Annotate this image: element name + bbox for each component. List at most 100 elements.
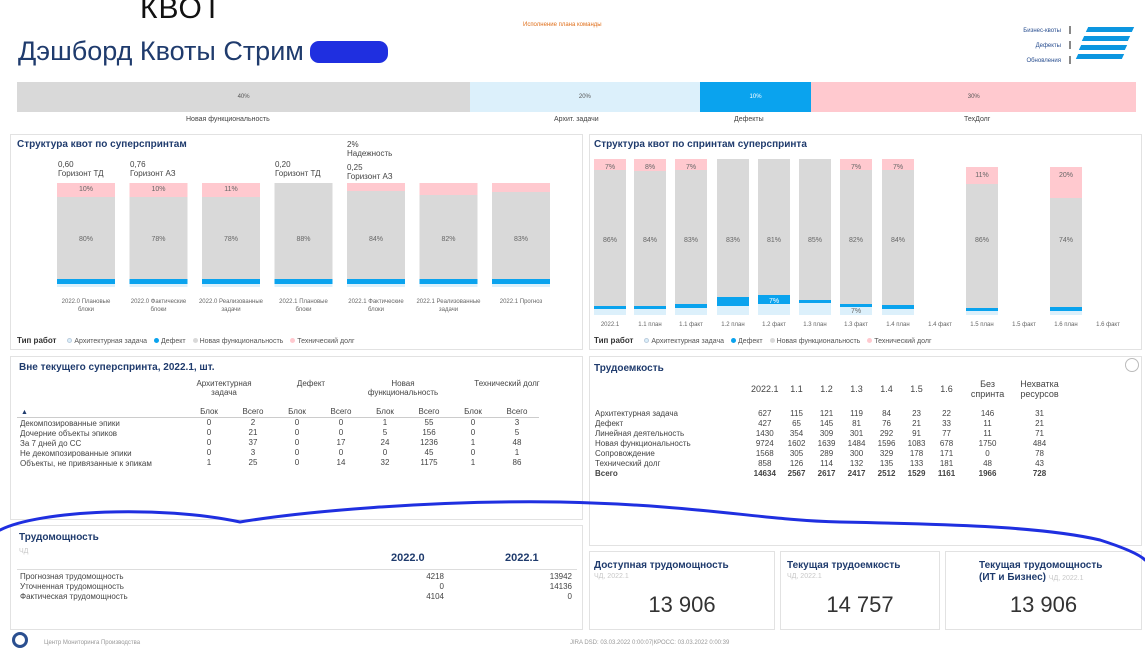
s-bar-arch-1 <box>634 309 666 315</box>
quota-label-defects: Дефекты <box>734 116 764 123</box>
label-nf-3: 88% <box>296 236 310 243</box>
bar-def-5 <box>419 279 478 284</box>
annotation-4: 2% Надежность <box>347 140 393 158</box>
menu-logo-icon[interactable] <box>1075 24 1135 62</box>
table-row: Линейная деятельность 1430 354 309 301 292 91 7… <box>595 429 1044 438</box>
table-row: Объекты, не привязанные к эпикам 1 25 0 14 32… <box>20 458 522 468</box>
label-nf-5: 82% <box>441 236 455 243</box>
s-label-td-11: 20% <box>1059 172 1073 179</box>
group-header-td: Технический долг <box>474 379 540 388</box>
table-row: Сопровождение 1568 305 289 300 329 178 171 0 78 <box>595 449 1044 458</box>
bar-arch-1 <box>129 284 188 287</box>
s-xtick-7: 1.4 план <box>886 322 909 328</box>
s-bar-arch-3 <box>717 306 749 315</box>
s-label-td-2: 7% <box>686 164 696 171</box>
s-xtick-5: 1.3 план <box>803 322 826 328</box>
total-row: Всего 14634 2567 2617 2417 2512 1529 1161 1966 72… <box>595 469 1047 478</box>
group-header-nf: Новая функциональность <box>367 379 439 397</box>
s-xtick-11: 1.6 план <box>1054 322 1077 328</box>
xtick2-3: блоки <box>295 307 311 313</box>
group-header-arch: Архитектурная задача <box>196 379 252 397</box>
s-label-nf-5: 85% <box>808 237 822 244</box>
s-label-td-1: 8% <box>645 164 655 171</box>
kpi-current-capacity: Текущая трудомощность (ИТ и Бизнес) ЧД, … <box>945 551 1142 630</box>
quota-label-arch: Архит. задачи <box>554 116 599 123</box>
xtick-1: 2022.0 Фактические <box>131 299 187 305</box>
subheader: Блок <box>200 407 218 416</box>
s-label-nf-7: 84% <box>891 237 905 244</box>
bar-arch-3 <box>274 284 333 287</box>
bar-arch-5 <box>419 284 478 287</box>
subheader: Всего <box>242 407 264 416</box>
bar-arch-2 <box>202 284 260 287</box>
info-circle-icon[interactable] <box>1125 358 1139 372</box>
bar-td-6 <box>492 183 550 192</box>
s-xtick-12: 1.6 факт <box>1096 322 1120 328</box>
labor-table-title: Трудоемкость <box>594 363 664 374</box>
cut-off-heading: КВОТ <box>140 0 223 25</box>
s-label-nf-11: 74% <box>1059 237 1073 244</box>
xtick-3: 2022.1 Плановые <box>279 299 328 305</box>
s-bar-arch-0 <box>594 309 626 315</box>
xtick-6: 2022.1 Прогноз <box>500 299 543 305</box>
label-nf-6: 83% <box>514 236 528 243</box>
label-td-0: 10% <box>79 186 93 193</box>
table-row: За 7 дней до СС 0 37 0 17 24 1236 1 48 <box>20 438 522 448</box>
top-link-quotas[interactable]: Бизнес-квоты <box>1001 26 1071 41</box>
label-nf-4: 84% <box>369 236 383 243</box>
xtick2-2: задачи <box>221 307 240 313</box>
s-bar-def-6 <box>840 304 872 307</box>
annotation-5: 0,25 Горизонт АЗ <box>347 163 393 181</box>
capacity-col-1: 2022.0 <box>391 552 425 564</box>
top-link-updates[interactable]: Обновления <box>1001 56 1071 71</box>
page-title: Дэшборд Квоты Стрим <box>18 36 388 67</box>
s-bar-arch-5 <box>799 303 831 315</box>
s-bar-nf-3 <box>717 159 749 297</box>
column-header: 1.4 <box>880 384 893 394</box>
s-xtick-2: 1.1 факт <box>679 322 703 328</box>
table-row: Технический долг 858 126 114 132 135 133 181 48 4… <box>595 459 1044 468</box>
column-header: 1.6 <box>940 384 953 394</box>
bar-def-3 <box>274 279 333 284</box>
label-nf-2: 78% <box>224 236 238 243</box>
s-bar-nf-5 <box>799 159 831 300</box>
xtick2-4: блоки <box>368 307 384 313</box>
s-bar-def-9 <box>966 308 998 311</box>
quota-segment-0: 40% <box>17 82 471 112</box>
table-row: Дефект 427 65 145 81 76 21 33 11 21 <box>595 419 1044 428</box>
kpi-current-labor: Текущая трудоемкость ЧД, 2022.1 14 757 <box>780 551 940 630</box>
s-xtick-0: 2022.1 <box>601 322 620 328</box>
table-row: Не декомпозированные эпики 0 3 0 0 0 45 0 1 <box>20 448 520 458</box>
subheader: Блок <box>288 407 306 416</box>
subheader: Всего <box>506 407 528 416</box>
column-header: Нехватка ресурсов <box>1020 379 1059 399</box>
s-bar-def-1 <box>634 306 666 309</box>
quota-segment-2: 10% <box>699 82 812 112</box>
s-bar-arch-7 <box>882 309 914 315</box>
redaction-scribble <box>309 41 388 63</box>
xtick2-0: блоки <box>78 307 94 313</box>
sprint-chart: 7% 86% 2022.1 8% 84% 1.1 план 7% 83% 1.1 факт 83%… <box>594 159 1120 328</box>
bar-def-2 <box>202 279 260 284</box>
top-links: Бизнес-квоты Дефекты Обновления <box>1001 26 1071 71</box>
bar-def-1 <box>129 279 188 284</box>
s-label-nf-9: 86% <box>975 237 989 244</box>
superspring-legend: Тип работ Архитектурная задача Дефект Но… <box>17 336 355 345</box>
top-link-defects[interactable]: Дефекты <box>1001 41 1071 56</box>
label-td-1: 10% <box>151 186 165 193</box>
capacity-title: Трудомощность <box>19 532 99 543</box>
s-bar-nf-4 <box>758 159 790 295</box>
subheader: Блок <box>464 407 482 416</box>
column-header: 1.3 <box>850 384 863 394</box>
annotation-1: 0,60 Горизонт ТД <box>58 160 104 178</box>
s-bar-def-7 <box>882 305 914 309</box>
label-nf-1: 78% <box>151 236 165 243</box>
table-row: Фактическая трудомощность 4104 0 <box>20 592 572 601</box>
bar-td-5 <box>419 183 478 195</box>
s-xtick-4: 1.2 факт <box>762 322 786 328</box>
bar-arch-6 <box>492 284 550 287</box>
kpi-value: 13 906 <box>648 592 716 617</box>
quota-segment-1: 20% <box>470 82 700 112</box>
xtick-5: 2022.1 Реализованные <box>416 299 481 305</box>
org-logo-icon <box>12 632 28 648</box>
